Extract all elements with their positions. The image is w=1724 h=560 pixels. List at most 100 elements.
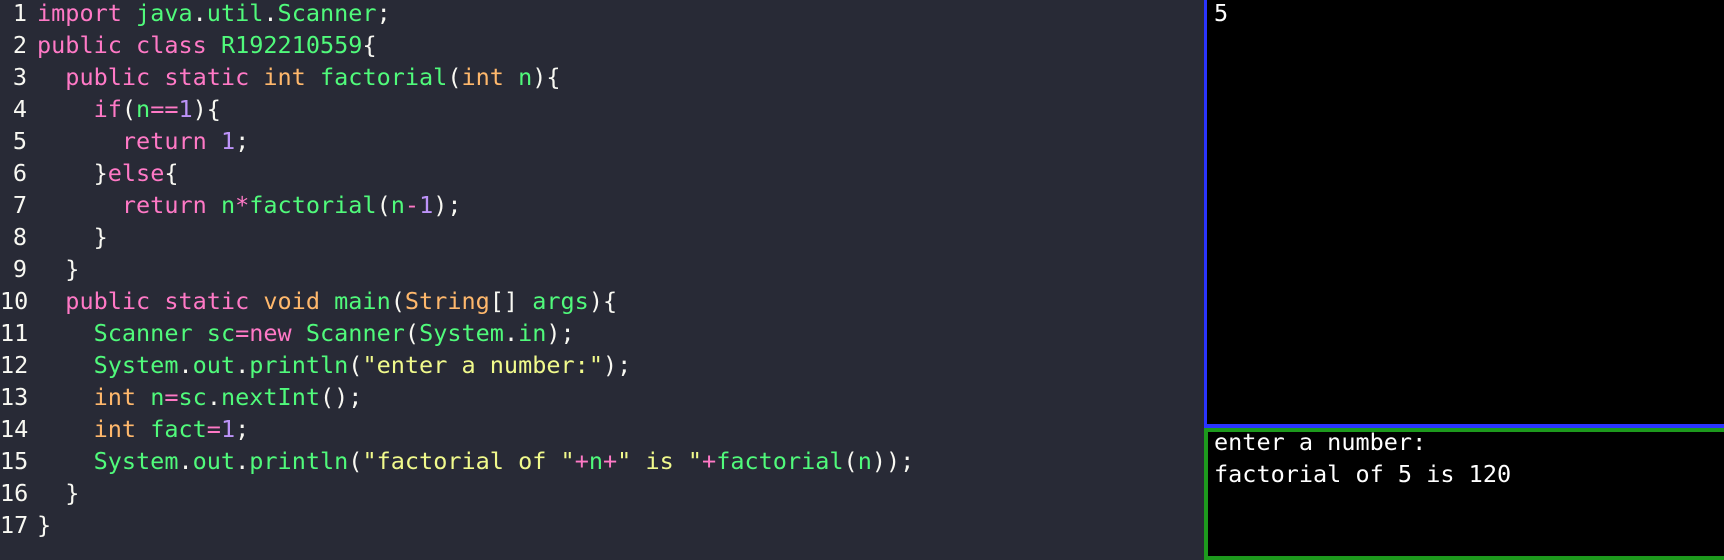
line-number: 14	[0, 415, 29, 443]
code-token: import	[37, 0, 122, 27]
code-token: =	[206, 415, 221, 443]
stdout-output-pane: enter a number: factorial of 5 is 120	[1204, 428, 1724, 560]
code-line: 5 return 1;	[0, 125, 249, 157]
code-line: 16 }	[0, 477, 79, 509]
code-token: System	[93, 447, 179, 475]
code-token: factorial	[249, 191, 377, 219]
code-token: fact	[150, 415, 207, 443]
code-token: ;	[235, 415, 250, 443]
code-token: .	[503, 319, 519, 347]
code-line: 8 }	[0, 221, 108, 253]
code-token: return	[121, 127, 207, 155]
line-number: 5	[12, 127, 27, 155]
code-token: " is "	[617, 447, 703, 475]
code-token: main	[334, 287, 391, 315]
code-token: void	[263, 287, 320, 315]
code-token: +	[603, 447, 618, 475]
code-token: .	[263, 0, 278, 27]
code-token: (	[843, 447, 858, 475]
code-line: 17}	[0, 509, 51, 541]
line-number: 2	[12, 31, 27, 59]
line-number: 17	[0, 511, 29, 539]
line-number: 11	[0, 319, 29, 347]
code-line: 14 int fact=1;	[0, 413, 249, 445]
code-token: static	[164, 63, 250, 91]
stdout-line-2: factorial of 5 is 120	[1214, 460, 1512, 488]
code-token: class	[136, 31, 207, 59]
code-token: int	[93, 415, 137, 443]
code-token: n	[390, 191, 405, 219]
code-token: return	[121, 191, 207, 219]
code-token: System	[419, 319, 504, 347]
code-line: 10 public static void main(String[] args…	[0, 285, 617, 317]
code-token: (	[121, 95, 137, 123]
code-line: 15 System.out.println("factorial of "+n+…	[0, 445, 914, 477]
code-token: }	[37, 223, 108, 251]
code-editor[interactable]: 1 import java.util.Scanner; 2 public class …	[0, 0, 1204, 560]
code-token: (	[447, 63, 462, 91]
code-token: *	[235, 191, 250, 219]
code-token: {	[362, 31, 377, 59]
code-token: ));	[871, 447, 915, 475]
line-number: 3	[12, 63, 27, 91]
code-token: ==	[150, 95, 179, 123]
code-line: 7 return n*factorial(n-1);	[0, 189, 462, 221]
line-number: 13	[0, 383, 29, 411]
code-line: 3 public static int factorial(int n){	[0, 61, 561, 93]
code-token: }	[37, 479, 80, 507]
code-token: 1	[419, 191, 434, 219]
code-token: .	[206, 383, 221, 411]
code-token: }	[37, 511, 52, 539]
code-token: (	[390, 287, 405, 315]
code-token: sc	[206, 319, 236, 347]
code-line: 1 import java.util.Scanner;	[0, 0, 391, 29]
code-token: util	[206, 0, 264, 27]
code-token: factorial	[716, 447, 844, 475]
code-line: 2 public class R192210559{	[0, 29, 377, 61]
code-line: 9 }	[0, 253, 80, 285]
code-token: =	[164, 383, 179, 411]
line-number: 1	[12, 0, 27, 27]
line-number: 12	[0, 351, 29, 379]
code-token: if	[93, 95, 122, 123]
code-token: );	[433, 191, 462, 219]
line-number: 7	[12, 191, 27, 219]
code-token: Scanner	[277, 0, 377, 27]
code-token: ;	[235, 127, 250, 155]
code-token: ){	[532, 63, 561, 91]
code-token: (	[376, 191, 391, 219]
code-token: "enter a number:"	[362, 351, 603, 379]
code-token: .	[235, 447, 250, 475]
code-token: 1	[178, 95, 193, 123]
code-token: "factorial of "	[362, 447, 575, 475]
code-token: sc	[178, 383, 207, 411]
code-token: ){	[192, 95, 221, 123]
line-number: 16	[0, 479, 29, 507]
code-token: n	[150, 383, 165, 411]
code-token: ;	[376, 0, 391, 27]
code-token: static	[164, 287, 250, 315]
stdin-input-pane[interactable]: 5	[1204, 0, 1724, 428]
code-token: println	[249, 351, 349, 379]
code-token: n	[518, 63, 533, 91]
code-token: (	[348, 351, 363, 379]
code-token: .	[178, 351, 193, 379]
code-token: System	[93, 351, 179, 379]
code-token: public	[37, 31, 122, 59]
